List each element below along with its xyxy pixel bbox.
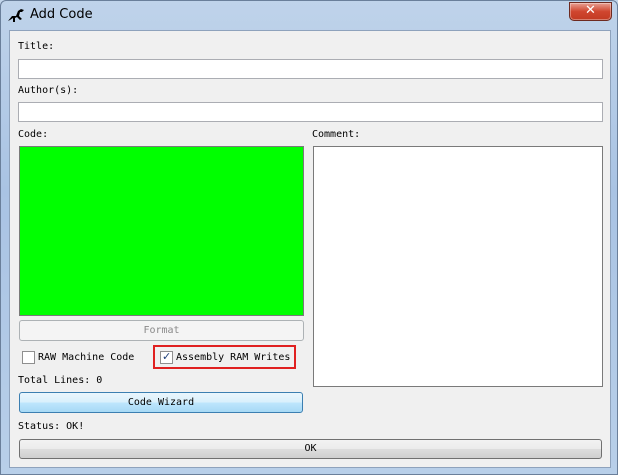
close-icon: ✕	[585, 3, 596, 18]
comment-textarea[interactable]	[313, 146, 603, 387]
title-input[interactable]	[18, 59, 603, 79]
title-label: Title:	[18, 41, 55, 52]
window-title: Add Code	[30, 7, 93, 22]
code-label: Code:	[18, 129, 49, 140]
dinosaur-icon	[8, 9, 24, 22]
ok-button[interactable]: OK	[19, 439, 602, 459]
raw-machine-code-checkbox[interactable]	[22, 351, 35, 364]
raw-machine-code-label[interactable]: RAW Machine Code	[38, 352, 134, 363]
total-lines-text: Total Lines: 0	[18, 375, 103, 386]
authors-input[interactable]	[18, 102, 603, 122]
authors-label: Author(s):	[18, 85, 79, 96]
status-text: Status: OK!	[18, 421, 85, 432]
dialog-body: Title: Author(s): Code: Comment: Format …	[9, 30, 611, 468]
checkmark-icon: ✓	[162, 350, 172, 363]
comment-label: Comment:	[312, 129, 361, 140]
close-button[interactable]: ✕	[569, 2, 612, 21]
format-button[interactable]: Format	[19, 320, 304, 341]
assembly-ram-writes-checkbox[interactable]: ✓	[160, 350, 173, 364]
code-textarea[interactable]	[19, 146, 304, 316]
add-code-window: Add Code ✕ Title: Author(s): Code: Comme…	[0, 0, 618, 475]
assembly-ram-writes-label[interactable]: Assembly RAM Writes	[176, 352, 290, 363]
code-wizard-button[interactable]: Code Wizard	[19, 392, 303, 413]
title-bar[interactable]: Add Code ✕	[1, 1, 617, 29]
